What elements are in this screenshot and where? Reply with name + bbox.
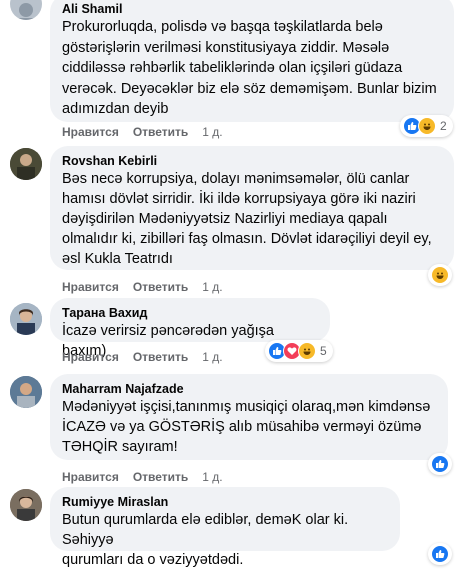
avatar[interactable] — [10, 148, 42, 180]
comment-author[interactable]: Ali Shamil — [62, 1, 442, 17]
timestamp[interactable]: 1 д. — [202, 470, 222, 484]
user-photo-icon — [10, 376, 42, 408]
haha-reaction-icon — [431, 266, 449, 284]
reply-button[interactable]: Ответить — [133, 350, 188, 364]
comment-bubble: Ali Shamil Prokurorluqda, polisdə və baş… — [50, 0, 454, 122]
comment-text: Mədəniyyət işçisi,tanınmış musiqiçi olar… — [62, 399, 431, 455]
timestamp[interactable]: 1 д. — [202, 280, 222, 294]
reaction-count: 2 — [440, 119, 447, 133]
comment-actions: Нравится Ответить 1 д. — [62, 125, 237, 139]
avatar[interactable] — [10, 376, 42, 408]
comment-bubble: Rumiyye Miraslan Butun qurumlarda elə ed… — [50, 487, 400, 568]
comment-author[interactable]: Rovshan Kebirli — [62, 153, 442, 169]
timestamp[interactable]: 1 д. — [202, 125, 222, 139]
reaction-summary[interactable]: 2 — [400, 115, 453, 137]
comment-actions: Нравится Ответить 1 д. — [62, 280, 237, 294]
avatar[interactable] — [10, 303, 42, 335]
comment-author[interactable]: Rumiyye Miraslan — [62, 494, 388, 510]
comment-bubble: Maharram Najafzade Mədəniyyət işçisi,tan… — [50, 374, 448, 460]
comment-author[interactable]: Maharram Najafzade — [62, 381, 436, 397]
like-button[interactable]: Нравится — [62, 470, 119, 484]
comment-text: Bəs necə korrupsiya, dolayı mənimsəmələr… — [62, 171, 432, 267]
comment-actions: Нравится Ответить 1 д. — [62, 350, 237, 364]
timestamp[interactable]: 1 д. — [202, 350, 222, 364]
user-photo-icon — [10, 489, 42, 521]
reply-button[interactable]: Ответить — [133, 470, 188, 484]
comment-actions: Нравится Ответить 1 д. — [62, 470, 237, 484]
user-silhouette-icon — [16, 3, 36, 20]
reaction-summary[interactable] — [428, 264, 452, 286]
like-button[interactable]: Нравится — [62, 350, 119, 364]
reaction-count: 5 — [320, 344, 327, 358]
avatar[interactable] — [10, 489, 42, 521]
like-reaction-icon — [431, 455, 449, 473]
reply-button[interactable]: Ответить — [133, 280, 188, 294]
comment-text: Prokurorluqda, polisdə və başqa təşkilat… — [62, 19, 437, 117]
haha-reaction-icon — [418, 117, 436, 135]
reaction-summary[interactable] — [428, 543, 452, 565]
haha-reaction-icon — [298, 342, 316, 360]
like-button[interactable]: Нравится — [62, 280, 119, 294]
reaction-summary[interactable]: 5 — [265, 340, 333, 362]
like-button[interactable]: Нравится — [62, 125, 119, 139]
comment-bubble: Тарана Вахид İcazə verirsiz pəncərədən y… — [50, 298, 330, 359]
reaction-summary[interactable] — [428, 453, 452, 475]
avatar[interactable] — [10, 0, 42, 20]
comment-text: Butun qurumlarda elə ediblər, deməK olar… — [62, 512, 349, 568]
comment-bubble: Rovshan Kebirli Bəs necə korrupsiya, dol… — [50, 146, 454, 270]
like-reaction-icon — [431, 545, 449, 563]
reply-button[interactable]: Ответить — [133, 125, 188, 139]
comment-author[interactable]: Тарана Вахид — [62, 305, 318, 321]
user-photo-icon — [10, 303, 42, 335]
user-photo-icon — [10, 148, 42, 180]
